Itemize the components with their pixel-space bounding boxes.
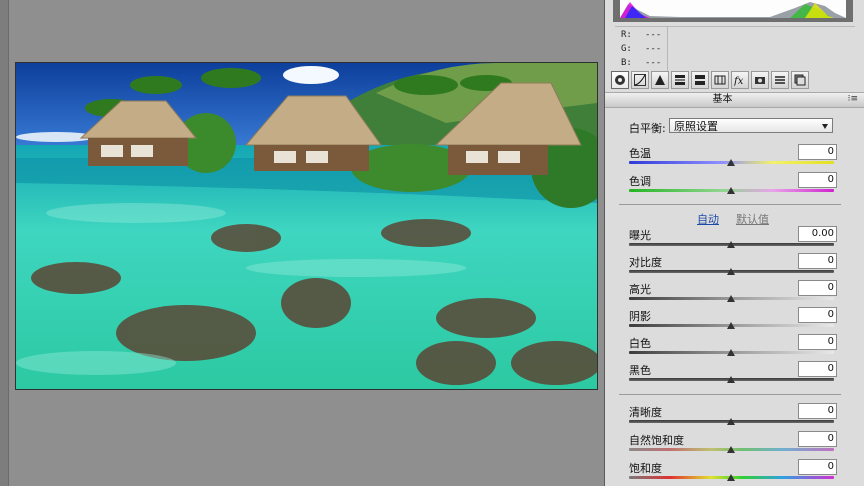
- whites-value-field[interactable]: 0: [798, 334, 837, 350]
- shadows-value-field[interactable]: 0: [798, 307, 837, 323]
- svg-text:fx: fx: [734, 76, 744, 86]
- blacks-label: 黑色: [629, 364, 651, 377]
- default-tone-link[interactable]: 默认值: [736, 211, 769, 227]
- histogram-frame: [613, 0, 853, 22]
- rgb-channel-label: B:: [621, 58, 632, 68]
- presets-icon[interactable]: [771, 71, 789, 89]
- camera-icon[interactable]: [751, 71, 769, 89]
- adjustment-panel: R: --- G: --- B: --- fx 基本 ⁝≡ 白平衡: 原照设置 …: [604, 0, 864, 486]
- vibrance-label: 自然饱和度: [629, 434, 684, 447]
- saturation-slider-thumb[interactable]: [727, 474, 735, 481]
- blacks-slider-thumb[interactable]: [727, 376, 735, 383]
- snapshots-icon[interactable]: [791, 71, 809, 89]
- highlights-slider-thumb[interactable]: [727, 295, 735, 302]
- temperature-slider-thumb[interactable]: [727, 159, 735, 166]
- filmstrip-edge: [0, 0, 9, 486]
- split-tone-icon[interactable]: [691, 71, 709, 89]
- clarity-slider-thumb[interactable]: [727, 418, 735, 425]
- tint-label: 色调: [629, 175, 651, 188]
- section-header: 基本 ⁝≡: [605, 92, 864, 108]
- fx-icon[interactable]: fx: [731, 71, 749, 89]
- rgb-channel-value: ---: [645, 30, 662, 40]
- rgb-divider: [667, 27, 668, 71]
- tint-value-field[interactable]: 0: [798, 172, 837, 188]
- hsl-icon[interactable]: [671, 71, 689, 89]
- white-balance-select[interactable]: 原照设置: [669, 118, 833, 133]
- panel-menu-icon[interactable]: ⁝≡: [848, 94, 858, 104]
- shadows-label: 阴影: [629, 310, 651, 323]
- highlights-value-field[interactable]: 0: [798, 280, 837, 296]
- temperature-value-field[interactable]: 0: [798, 144, 837, 160]
- contrast-slider-thumb[interactable]: [727, 268, 735, 275]
- whites-slider-thumb[interactable]: [727, 349, 735, 356]
- whites-label: 白色: [629, 337, 651, 350]
- lens-icon[interactable]: [711, 71, 729, 89]
- rgb-channel-value: ---: [645, 44, 662, 54]
- clarity-label: 清晰度: [629, 406, 662, 419]
- white-balance-value: 原照设置: [674, 120, 718, 133]
- exposure-label: 曝光: [629, 229, 651, 242]
- saturation-label: 饱和度: [629, 462, 662, 475]
- blacks-value-field[interactable]: 0: [798, 361, 837, 377]
- exposure-slider-thumb[interactable]: [727, 241, 735, 248]
- rgb-channel-label: R:: [621, 30, 632, 40]
- rgb-channel-label: G:: [621, 44, 632, 54]
- tone-curve-icon[interactable]: [631, 71, 649, 89]
- rgb-readout: R: --- G: --- B: ---: [615, 26, 855, 71]
- aperture-icon[interactable]: [611, 71, 629, 89]
- clarity-value-field[interactable]: 0: [798, 403, 837, 419]
- detail-icon[interactable]: [651, 71, 669, 89]
- saturation-value-field[interactable]: 0: [798, 459, 837, 475]
- vibrance-value-field[interactable]: 0: [798, 431, 837, 447]
- photo-preview[interactable]: [15, 62, 598, 390]
- vibrance-slider-thumb[interactable]: [727, 446, 735, 453]
- panel-tab-toolbar: fx: [611, 71, 855, 91]
- highlights-label: 高光: [629, 283, 651, 296]
- white-balance-label: 白平衡:: [629, 122, 666, 135]
- auto-tone-link[interactable]: 自动: [697, 211, 719, 227]
- section-title: 基本: [712, 94, 733, 105]
- contrast-value-field[interactable]: 0: [798, 253, 837, 269]
- histogram: [620, 0, 846, 18]
- section-divider: [619, 204, 841, 205]
- chevron-down-icon: [822, 124, 828, 129]
- temperature-label: 色温: [629, 147, 651, 160]
- shadows-slider-thumb[interactable]: [727, 322, 735, 329]
- contrast-label: 对比度: [629, 256, 662, 269]
- section-divider: [619, 394, 841, 395]
- preview-area: [0, 0, 604, 486]
- tint-slider-thumb[interactable]: [727, 187, 735, 194]
- exposure-value-field[interactable]: 0.00: [798, 226, 837, 242]
- rgb-channel-value: ---: [645, 58, 662, 68]
